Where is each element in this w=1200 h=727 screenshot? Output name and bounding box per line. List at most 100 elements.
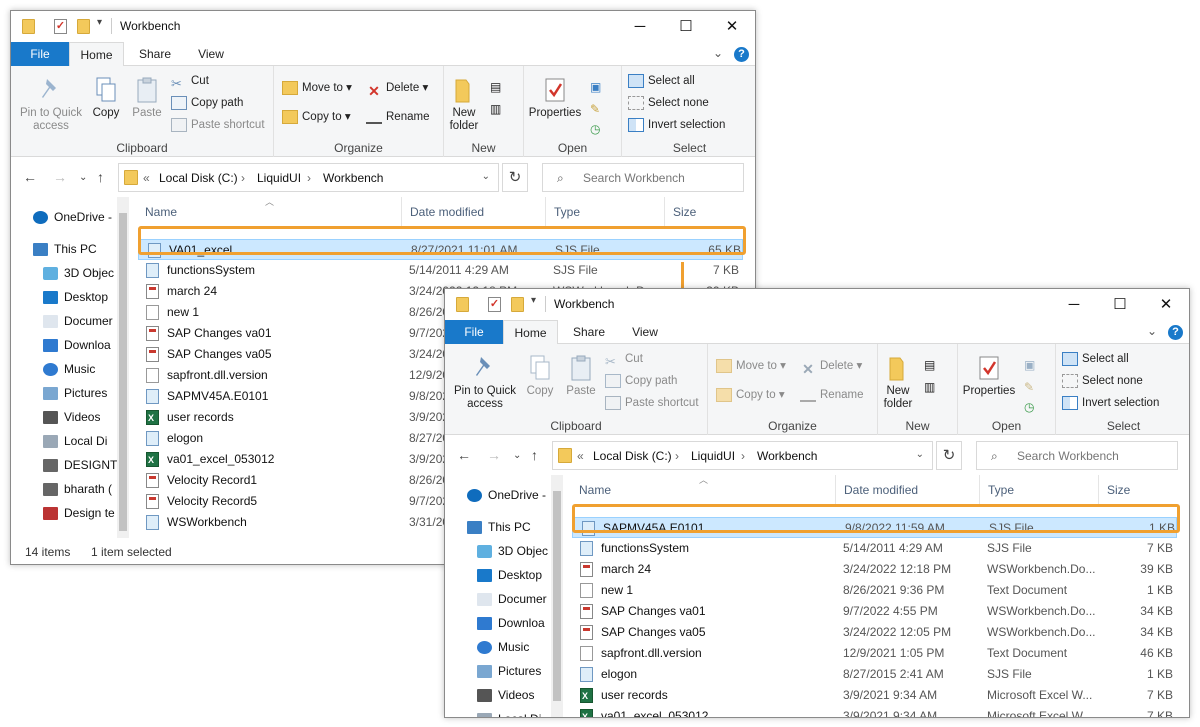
nav-item-local-di[interactable]: Local Di: [477, 707, 541, 717]
file-row[interactable]: march 24 3/24/2022 12:18 PM WSWorkbench.Do…: [571, 559, 1179, 580]
nav-item-onedrive[interactable]: OneDrive -: [467, 483, 546, 507]
nav-scrollbar[interactable]: [551, 475, 563, 717]
search-input[interactable]: ⌕ Search Workbench: [976, 441, 1178, 470]
breadcrumb-overflow[interactable]: «: [577, 449, 584, 463]
open-icon[interactable]: ▣: [590, 80, 606, 94]
file-row[interactable]: va01_excel_053012 3/9/2021 9:34 AM Microso…: [571, 706, 1179, 717]
select-none-button[interactable]: Select none: [1062, 371, 1143, 391]
search-input[interactable]: ⌕ Search Workbench: [542, 163, 744, 192]
nav-item-3d-objec[interactable]: 3D Objec: [43, 261, 114, 285]
nav-item-design-te[interactable]: Design te: [43, 501, 115, 525]
tab-home[interactable]: Home: [503, 320, 558, 345]
cut-button[interactable]: ✂ Cut: [605, 349, 643, 369]
copy-button[interactable]: Copy: [523, 354, 557, 398]
forward-arrow-icon[interactable]: →: [487, 447, 501, 463]
file-row[interactable]: functionsSystem 5/14/2011 4:29 AM SJS File…: [571, 538, 1179, 559]
paste-shortcut-button[interactable]: Paste shortcut: [605, 393, 699, 413]
file-row[interactable]: new 1 8/26/2021 9:36 PM Text Document 1 KB: [571, 580, 1179, 601]
nav-item-documer[interactable]: Documer: [477, 587, 547, 611]
column-size[interactable]: Size: [1099, 475, 1181, 505]
delete-button[interactable]: ✕ Delete ▾: [366, 78, 428, 99]
refresh-icon[interactable]: ↻: [502, 163, 528, 192]
nav-item-documer[interactable]: Documer: [43, 309, 113, 333]
invert-selection-button[interactable]: Invert selection: [1062, 393, 1159, 413]
address-dropdown-icon[interactable]: ⌄: [916, 449, 924, 460]
back-arrow-icon[interactable]: ←: [23, 169, 37, 185]
breadcrumb-workbench[interactable]: Workbench: [323, 171, 383, 185]
column-type[interactable]: Type: [546, 197, 665, 227]
minimize-button[interactable]: ─: [617, 11, 663, 42]
pin-button[interactable]: Pin to Quick access: [17, 76, 85, 133]
rename-button[interactable]: Rename: [800, 385, 863, 405]
nav-item-onedrive[interactable]: OneDrive -: [33, 205, 112, 229]
paste-button[interactable]: Paste: [563, 354, 599, 398]
select-all-button[interactable]: Select all: [1062, 349, 1129, 369]
new-folder-button[interactable]: New folder: [446, 76, 482, 133]
history-icon[interactable]: ◷: [1024, 400, 1040, 414]
nav-item-pictures[interactable]: Pictures: [477, 659, 541, 683]
close-button[interactable]: ✕: [1143, 289, 1189, 320]
copy-to-button[interactable]: Copy to ▾: [282, 107, 351, 127]
nav-item-this-pc[interactable]: This PC: [33, 237, 97, 261]
nav-item-videos[interactable]: Videos: [477, 683, 534, 707]
rename-button[interactable]: Rename: [366, 107, 429, 127]
address-bar[interactable]: « Local Disk (C:) › LiquidUI › Workbench…: [552, 441, 933, 470]
edit-icon[interactable]: ✎: [1024, 380, 1040, 394]
help-icon[interactable]: ?: [1168, 325, 1183, 340]
invert-selection-button[interactable]: Invert selection: [628, 115, 725, 135]
nav-item-local-di[interactable]: Local Di: [43, 429, 107, 453]
column-type[interactable]: Type: [980, 475, 1099, 505]
nav-item-videos[interactable]: Videos: [43, 405, 100, 429]
open-icon[interactable]: ▣: [1024, 358, 1040, 372]
cut-button[interactable]: ✂ Cut: [171, 71, 209, 91]
copy-path-button[interactable]: Copy path: [605, 371, 677, 391]
move-to-button[interactable]: Move to ▾: [716, 356, 786, 376]
maximize-button[interactable]: ☐: [663, 11, 709, 42]
nav-item-desktop[interactable]: Desktop: [477, 563, 542, 587]
file-row[interactable]: sapfront.dll.version 12/9/2021 1:05 PM Tex…: [571, 643, 1179, 664]
tab-home[interactable]: Home: [69, 42, 124, 67]
breadcrumb-local-disk[interactable]: Local Disk (C:): [593, 449, 672, 463]
breadcrumb-local-disk[interactable]: Local Disk (C:): [159, 171, 238, 185]
paste-shortcut-button[interactable]: Paste shortcut: [171, 115, 265, 135]
up-arrow-icon[interactable]: ↑: [97, 169, 104, 185]
nav-scrollbar[interactable]: [117, 197, 129, 538]
nav-scrollbar-thumb[interactable]: [119, 213, 127, 531]
breadcrumb-workbench[interactable]: Workbench: [757, 449, 817, 463]
refresh-icon[interactable]: ↻: [936, 441, 962, 470]
properties-quick-icon[interactable]: ✓: [488, 297, 501, 312]
column-date-modified[interactable]: Date modified: [402, 197, 546, 227]
breadcrumb-overflow[interactable]: «: [143, 171, 150, 185]
edit-icon[interactable]: ✎: [590, 102, 606, 116]
tab-share[interactable]: Share: [563, 320, 615, 344]
column-name[interactable]: Name: [137, 197, 402, 227]
address-bar[interactable]: « Local Disk (C:) › LiquidUI › Workbench…: [118, 163, 499, 192]
file-row[interactable]: SAP Changes va01 9/7/2022 4:55 PM WSWorkbe…: [571, 601, 1179, 622]
tab-share[interactable]: Share: [129, 42, 181, 66]
column-name[interactable]: Name: [571, 475, 836, 505]
column-date-modified[interactable]: Date modified: [836, 475, 980, 505]
column-size[interactable]: Size: [665, 197, 747, 227]
copy-to-button[interactable]: Copy to ▾: [716, 385, 785, 405]
up-arrow-icon[interactable]: ↑: [531, 447, 538, 463]
recent-dropdown-icon[interactable]: ⌄: [79, 172, 87, 183]
delete-button[interactable]: ✕ Delete ▾: [800, 356, 862, 377]
breadcrumb-liquidui[interactable]: LiquidUI: [257, 171, 301, 185]
forward-arrow-icon[interactable]: →: [53, 169, 67, 185]
back-arrow-icon[interactable]: ←: [457, 447, 471, 463]
quick-access-dropdown-icon[interactable]: ▾: [531, 295, 536, 306]
nav-item-desktop[interactable]: Desktop: [43, 285, 108, 309]
copy-button[interactable]: Copy: [89, 76, 123, 120]
nav-item-bharath[interactable]: bharath (: [43, 477, 112, 501]
new-item-icon[interactable]: ▤: [924, 358, 940, 372]
help-icon[interactable]: ?: [734, 47, 749, 62]
tab-view[interactable]: View: [185, 42, 237, 66]
nav-item-pictures[interactable]: Pictures: [43, 381, 107, 405]
nav-item-downloa[interactable]: Downloa: [43, 333, 111, 357]
copy-path-button[interactable]: Copy path: [171, 93, 243, 113]
nav-item-designt[interactable]: DESIGNT: [43, 453, 117, 477]
file-row[interactable]: functionsSystem 5/14/2011 4:29 AM SJS File…: [137, 260, 745, 281]
recent-dropdown-icon[interactable]: ⌄: [513, 450, 521, 461]
new-folder-quick-icon[interactable]: [511, 297, 524, 312]
history-icon[interactable]: ◷: [590, 122, 606, 136]
